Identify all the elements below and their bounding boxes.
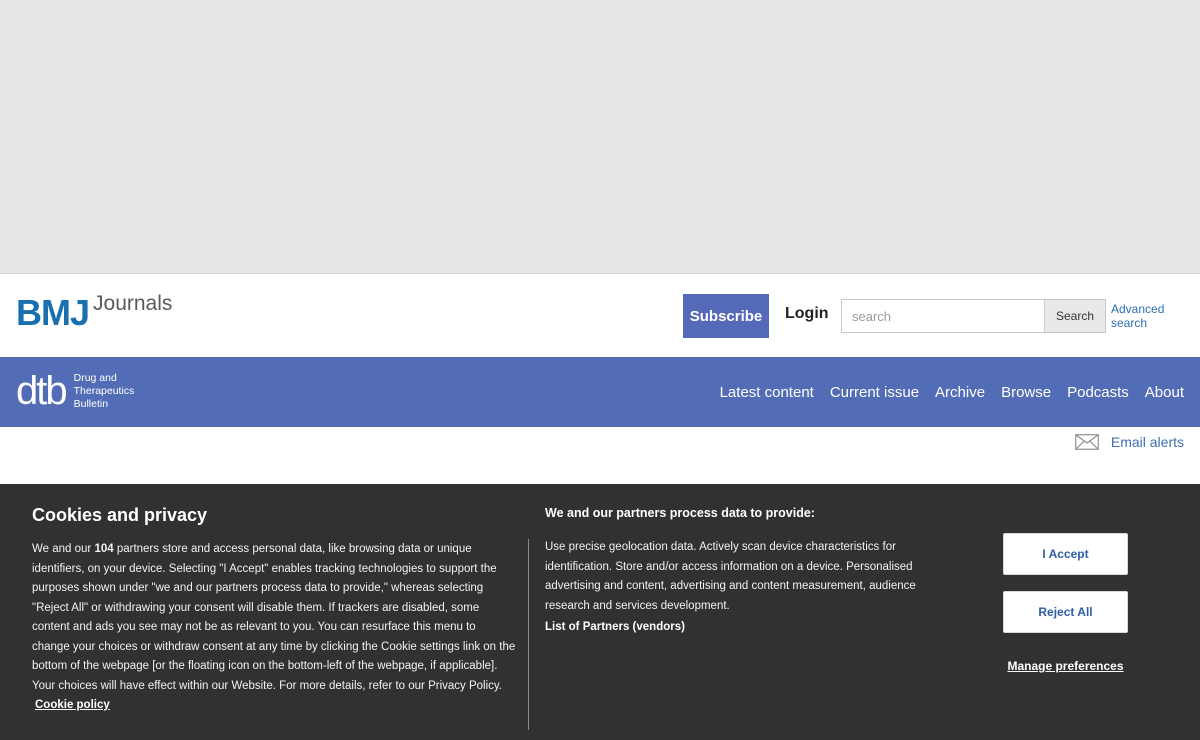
bmj-journals-logo[interactable]: BMJ Journals (16, 293, 172, 337)
cookie-title: Cookies and privacy (32, 505, 208, 525)
journal-name-line: Bulletin (73, 397, 109, 410)
cookie-description: We and our 104 partners store and access… (32, 540, 516, 716)
advanced-search-link[interactable]: Advanced search (1111, 302, 1181, 330)
nav-current-issue[interactable]: Current issue (830, 384, 919, 401)
partner-count: 104 (94, 543, 114, 555)
nav-about[interactable]: About (1145, 384, 1184, 401)
reject-all-button[interactable]: Reject All (1003, 591, 1128, 633)
email-alerts-link[interactable]: Email alerts (1075, 434, 1184, 450)
nav-archive[interactable]: Archive (935, 384, 985, 401)
ad-placeholder (0, 0, 1200, 274)
partners-purposes: Use precise geolocation data. Actively s… (545, 541, 916, 612)
cookie-consent-banner: Cookies and privacy We and our 104 partn… (0, 484, 1200, 740)
cookie-body-text: partners store and access personal data,… (32, 543, 516, 692)
login-link[interactable]: Login (785, 305, 829, 323)
search-button[interactable]: Search (1044, 299, 1106, 333)
envelope-icon (1075, 434, 1099, 450)
nav-latest-content[interactable]: Latest content (720, 384, 814, 401)
dtb-logo-mark: dtb (16, 369, 68, 413)
partners-list-link[interactable]: List of Partners (vendors) (545, 621, 685, 633)
bmj-logo-mark: BMJ (16, 292, 90, 333)
nav-browse[interactable]: Browse (1001, 384, 1051, 401)
journal-nav-bar: dtb Drug and Therapeutics Bulletin Lates… (0, 357, 1200, 427)
subscribe-button[interactable]: Subscribe (683, 294, 769, 338)
journal-name-line: Therapeutics (73, 384, 135, 397)
journal-name: Drug and Therapeutics Bulletin (74, 372, 135, 411)
email-alerts-label: Email alerts (1110, 434, 1184, 450)
main-nav: Latest content Current issue Archive Bro… (720, 357, 1184, 427)
nav-podcasts[interactable]: Podcasts (1067, 384, 1129, 401)
site-header: BMJ Journals Subscribe Login Search Adva… (0, 275, 1200, 357)
journal-name-line: Drug and (73, 371, 117, 384)
cookie-policy-link[interactable]: Cookie policy (35, 699, 110, 711)
bmj-logo-journals: Journals (93, 292, 173, 315)
partners-title: We and our partners process data to prov… (545, 506, 815, 520)
cookie-body-prefix: We and our (32, 543, 95, 555)
search-input[interactable] (841, 299, 1045, 333)
banner-divider (528, 539, 529, 730)
accept-button[interactable]: I Accept (1003, 533, 1128, 575)
manage-preferences-link[interactable]: Manage preferences (1003, 659, 1128, 673)
dtb-logo[interactable]: dtb Drug and Therapeutics Bulletin (16, 371, 134, 411)
